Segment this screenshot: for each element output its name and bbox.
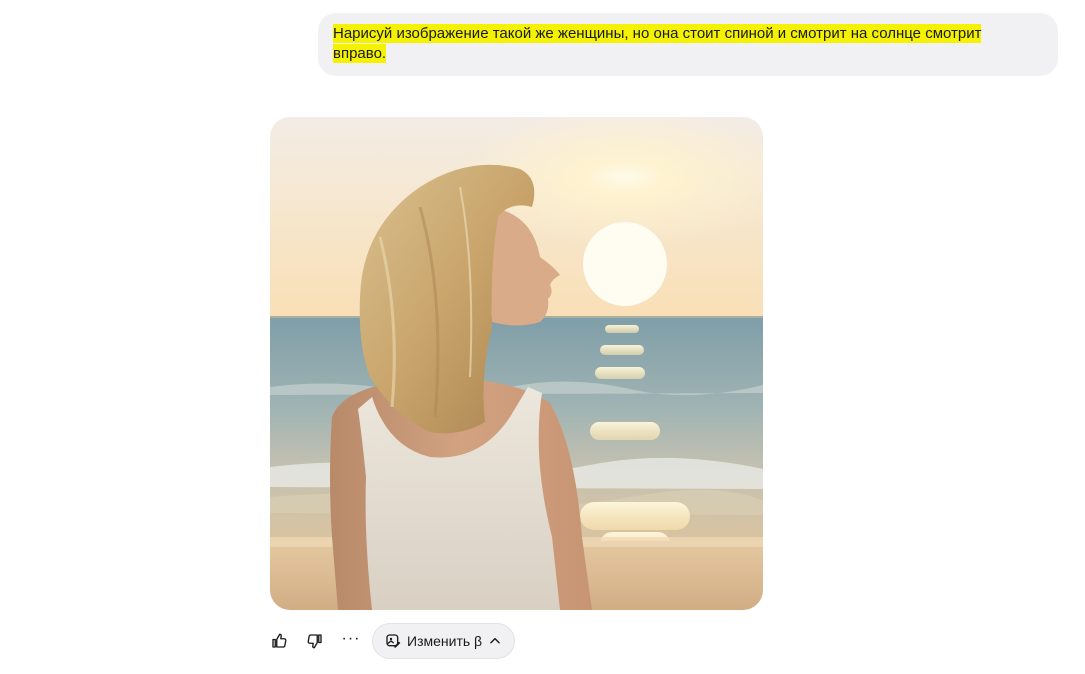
message-actions: ··· Изменить β bbox=[262, 622, 516, 660]
more-dots-icon: ··· bbox=[341, 630, 361, 647]
chevron-up-icon bbox=[490, 637, 500, 644]
edit-image-button[interactable]: Изменить β bbox=[372, 623, 516, 659]
thumbs-up-icon bbox=[272, 633, 287, 648]
dislike-button[interactable] bbox=[298, 624, 332, 658]
more-button[interactable]: ··· bbox=[334, 624, 368, 658]
thumbs-down-icon bbox=[307, 634, 322, 649]
like-button[interactable] bbox=[262, 624, 296, 658]
user-message-bubble: Нарисуй изображение такой же женщины, но… bbox=[318, 13, 1058, 76]
user-message-text: Нарисуй изображение такой же женщины, но… bbox=[333, 24, 1045, 64]
generated-image[interactable] bbox=[270, 117, 763, 610]
user-message-line2: вправо. bbox=[333, 44, 387, 63]
edit-image-label: Изменить β bbox=[407, 633, 483, 649]
chat-page: Нарисуй изображение такой же женщины, но… bbox=[0, 0, 1085, 674]
edit-image-icon bbox=[386, 634, 401, 648]
user-message-line1: Нарисуй изображение такой же женщины, но… bbox=[333, 24, 982, 43]
